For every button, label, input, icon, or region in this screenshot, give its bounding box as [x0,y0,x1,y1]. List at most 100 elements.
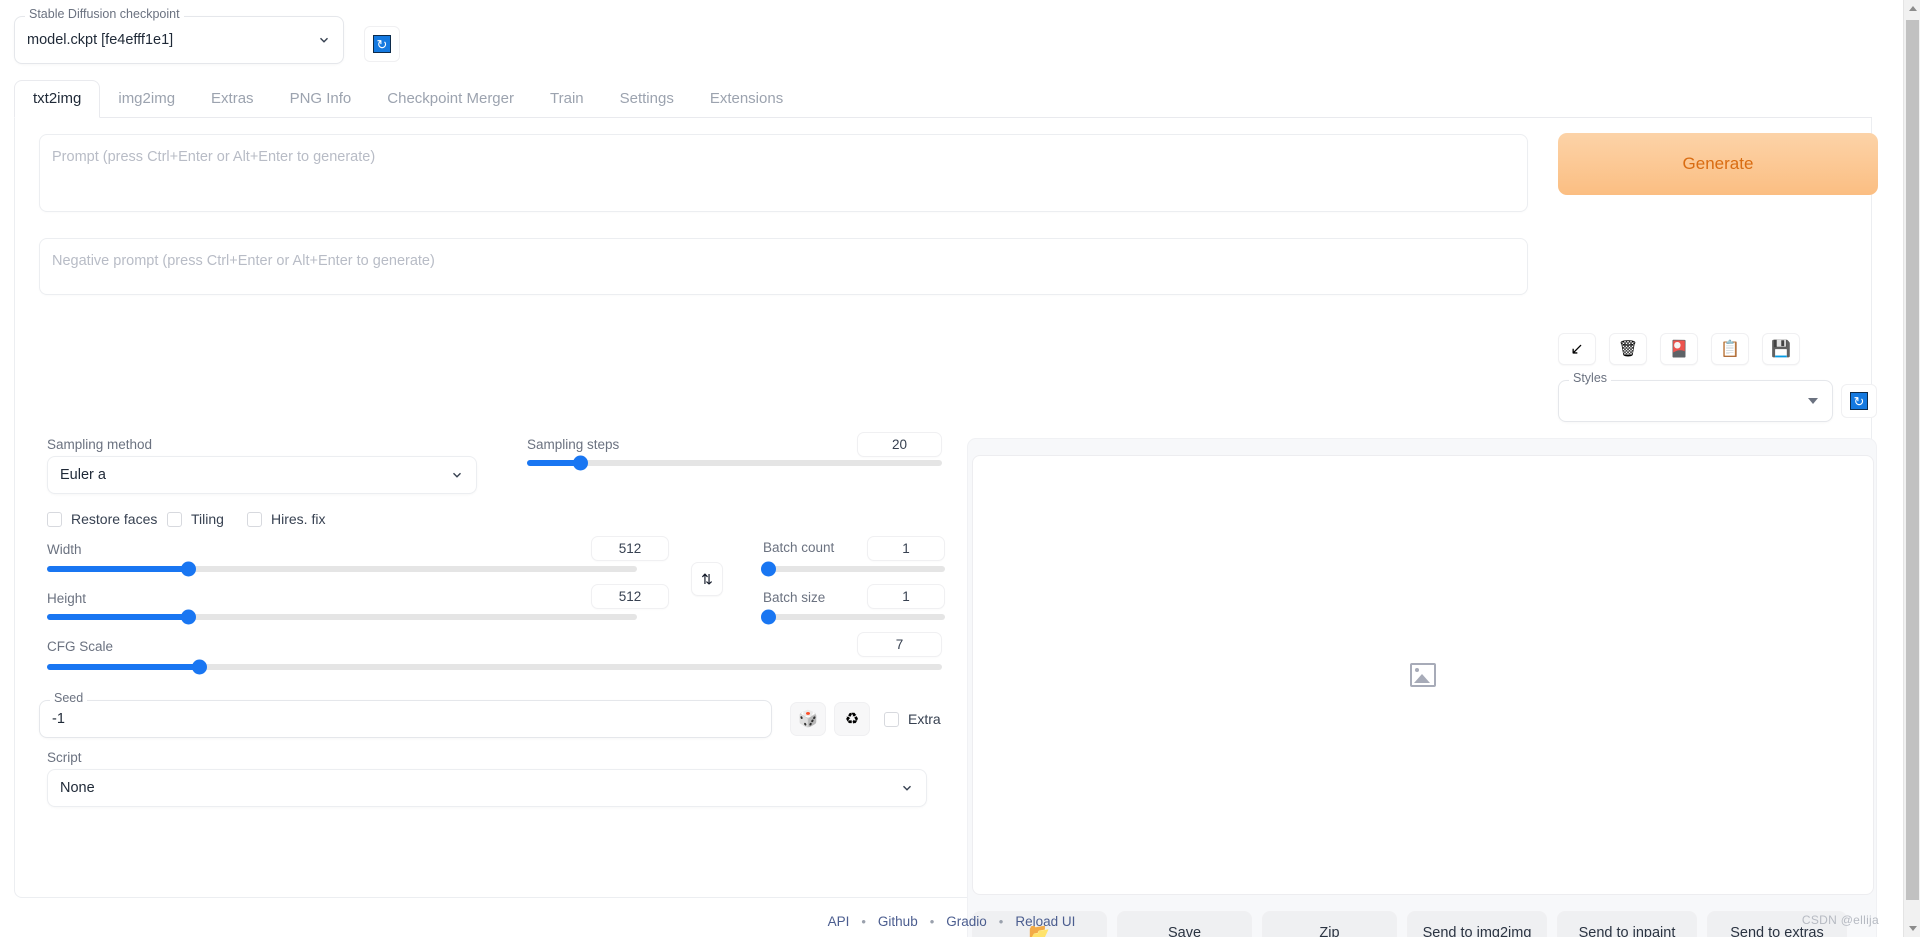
slider-knob[interactable] [573,455,589,471]
generate-button[interactable]: Generate [1558,133,1878,195]
batch-size-slider[interactable] [760,609,945,625]
checkpoint-bar: Stable Diffusion checkpoint model.ckpt [… [0,0,1886,68]
chevron-down-icon [317,33,331,47]
checkpoint-label: Stable Diffusion checkpoint [25,8,184,21]
slider-track [527,460,942,466]
footer-link-github[interactable]: Github [878,914,918,929]
refresh-icon: ↻ [373,35,391,53]
recycle-icon: ♻ [844,711,860,728]
chevron-down-icon [1808,398,1818,404]
dice-icon: 🎲 [798,711,818,728]
refresh-checkpoint-button[interactable]: ↻ [364,26,400,62]
width-slider[interactable] [47,561,637,577]
script-label: Script [47,750,82,765]
reuse-seed-button[interactable]: ♻ [834,702,870,736]
swap-dimensions-button[interactable]: ⇅ [691,562,723,596]
slider-knob[interactable] [181,561,197,577]
checkbox-box[interactable] [247,511,262,527]
refresh-styles-button[interactable]: ↻ [1841,384,1877,418]
extra-networks-button[interactable]: 🎴 [1660,333,1698,365]
cfg-scale-slider[interactable] [47,659,942,675]
tab-train[interactable]: Train [532,81,602,117]
batch-count-value[interactable]: 1 [867,536,945,561]
tab-extensions[interactable]: Extensions [692,81,801,117]
tab-settings[interactable]: Settings [602,81,692,117]
footer-link-api[interactable]: API [828,914,850,929]
slider-track [763,566,945,572]
result-panel: 📂 Save Zip Send to img2img Send to inpai… [967,438,1877,937]
slider-fill [47,614,189,620]
extra-seed-label: Extra [908,711,941,727]
page-scrollbar[interactable] [1903,0,1920,937]
restore-progress-button[interactable]: ↙ [1558,333,1596,365]
script-select[interactable]: None [47,769,927,807]
checkbox-box[interactable] [47,511,62,527]
slider-fill [47,664,200,670]
prompt-tool-row: ↙ 🗑 🎴 📋 💾 [1558,333,1800,365]
width-value[interactable]: 512 [591,536,669,561]
tab-png-info[interactable]: PNG Info [272,81,370,117]
footer-separator: • [861,913,866,929]
slider-knob[interactable] [760,609,776,625]
scroll-up-button[interactable] [1904,0,1920,17]
footer-link-gradio[interactable]: Gradio [946,914,987,929]
clear-prompt-button[interactable]: 🗑 [1609,333,1647,365]
main-tabs: txt2img img2img Extras PNG Info Checkpoi… [14,78,1872,118]
sampling-method-select[interactable]: Euler a [47,456,477,494]
negative-prompt-input[interactable]: Negative prompt (press Ctrl+Enter or Alt… [39,238,1528,295]
height-label: Height [47,591,87,606]
styles-label: Styles [1569,372,1612,385]
slider-fill [47,566,189,572]
checkbox-box[interactable] [884,711,899,727]
cfg-scale-value[interactable]: 7 [857,632,942,657]
height-value[interactable]: 512 [591,584,669,609]
cfg-scale-label: CFG Scale [47,639,114,654]
app-root: Stable Diffusion checkpoint model.ckpt [… [0,0,1903,937]
chevron-up-icon [1908,6,1917,11]
checkpoint-dropdown[interactable]: Stable Diffusion checkpoint model.ckpt [… [14,8,344,64]
negative-prompt-placeholder: Negative prompt (press Ctrl+Enter or Alt… [52,253,435,269]
scroll-down-button[interactable] [1904,920,1920,937]
random-seed-button[interactable]: 🎲 [790,702,826,736]
save-style-icon: 💾 [1771,341,1791,358]
styles-dropdown[interactable]: Styles [1558,372,1833,422]
save-style-button[interactable]: 💾 [1762,333,1800,365]
sampling-steps-value[interactable]: 20 [857,432,942,457]
restore-progress-icon: ↙ [1570,341,1584,358]
sampling-steps-slider[interactable] [527,455,942,471]
batch-size-label: Batch size [763,590,826,605]
footer-link-reload-ui[interactable]: Reload UI [1015,914,1075,929]
checkbox-box[interactable] [167,511,182,527]
seed-input[interactable]: Seed -1 [39,692,772,738]
slider-knob[interactable] [181,609,197,625]
apply-style-button[interactable]: 📋 [1711,333,1749,365]
extra-seed-checkbox[interactable]: Extra [884,711,941,727]
tab-img2img[interactable]: img2img [100,81,193,117]
prompt-input[interactable]: Prompt (press Ctrl+Enter or Alt+Enter to… [39,134,1528,212]
batch-count-label: Batch count [763,540,835,555]
hires-fix-checkbox[interactable]: Hires. fix [247,511,325,527]
slider-knob[interactable] [760,561,776,577]
prompt-placeholder: Prompt (press Ctrl+Enter or Alt+Enter to… [52,149,376,165]
script-value: None [60,780,95,796]
seed-label: Seed [50,692,88,705]
tiling-label: Tiling [191,511,224,527]
width-label: Width [47,542,82,557]
tab-checkpoint-merger[interactable]: Checkpoint Merger [369,81,532,117]
txt2img-panel: Prompt (press Ctrl+Enter or Alt+Enter to… [14,118,1878,937]
seed-value: -1 [52,711,65,727]
restore-faces-checkbox[interactable]: Restore faces [47,511,157,527]
tiling-checkbox[interactable]: Tiling [167,511,224,527]
refresh-icon: ↻ [1850,392,1868,410]
image-gallery[interactable] [972,455,1874,895]
trash-icon: 🗑 [1617,341,1639,358]
batch-size-value[interactable]: 1 [867,584,945,609]
swap-arrows-icon: ⇅ [701,570,713,587]
tab-txt2img[interactable]: txt2img [14,80,101,118]
sampling-method-label: Sampling method [47,437,153,452]
tab-extras[interactable]: Extras [193,81,272,117]
slider-knob[interactable] [191,659,207,675]
scroll-thumb[interactable] [1906,20,1919,900]
batch-count-slider[interactable] [760,561,945,577]
height-slider[interactable] [47,609,637,625]
